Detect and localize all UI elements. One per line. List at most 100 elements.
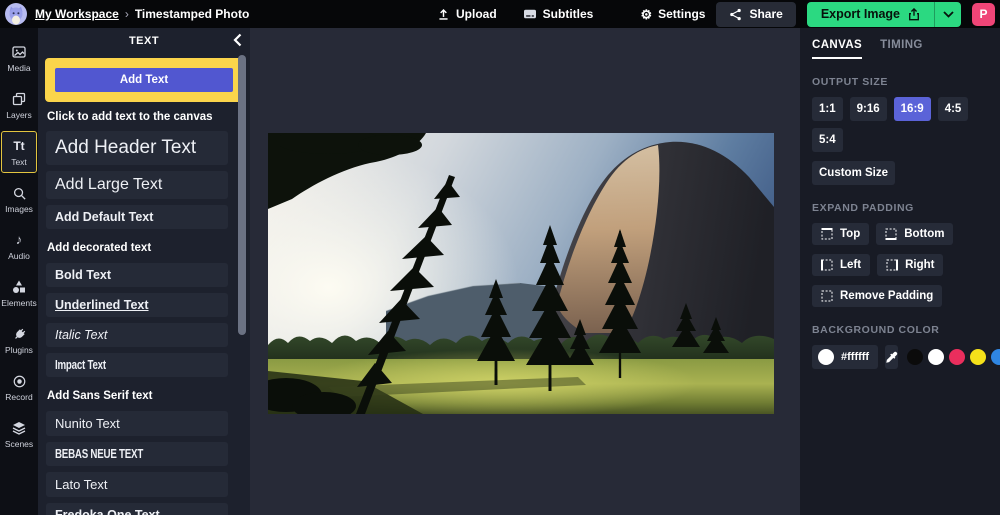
avatar-initial: P <box>979 7 987 21</box>
text-style-impact[interactable]: Impact Text <box>46 353 228 377</box>
export-image-button[interactable]: Export Image <box>807 2 934 27</box>
layers-icon <box>11 91 27 107</box>
text-style-list: Add Header Text Add Large Text Add Defau… <box>38 128 250 515</box>
text-style-add-large[interactable]: Add Large Text <box>46 171 228 199</box>
pad-right-button[interactable]: Right <box>877 254 943 276</box>
text-style-add-default[interactable]: Add Default Text <box>46 205 228 229</box>
shapes-icon <box>11 279 27 295</box>
sidebar-item-label: Text <box>11 157 27 167</box>
text-icon: Tt <box>13 138 24 154</box>
decorated-section-label: Add decorated text <box>47 242 228 254</box>
scenes-icon <box>11 420 27 436</box>
pad-left-icon <box>821 259 833 271</box>
sans-serif-section-label: Add Sans Serif text <box>47 390 228 402</box>
plug-icon <box>12 326 27 342</box>
pad-bottom-button[interactable]: Bottom <box>876 223 953 245</box>
sidebar-item-layers[interactable]: Layers <box>1 84 37 126</box>
swatch-blue[interactable] <box>991 349 1000 365</box>
eyedropper-button[interactable] <box>885 345 898 369</box>
background-color-row: #ffffff <box>812 345 988 369</box>
chevron-down-icon <box>943 11 954 18</box>
sidebar-item-label: Elements <box>1 298 36 308</box>
breadcrumb-workspace-link[interactable]: My Workspace <box>35 7 119 21</box>
background-color-label: BACKGROUND COLOR <box>812 324 988 336</box>
sidebar-item-label: Record <box>5 392 32 402</box>
text-style-bold[interactable]: Bold Text <box>46 263 228 287</box>
custom-size-button[interactable]: Custom Size <box>812 161 895 185</box>
tab-canvas[interactable]: CANVAS <box>812 39 862 59</box>
export-group: Export Image <box>807 2 961 27</box>
sidebar-item-plugins[interactable]: Plugins <box>1 319 37 361</box>
canvas-image[interactable] <box>268 133 774 414</box>
topbar-right-actions: ⚙ Settings Share Export Image <box>640 2 1000 27</box>
breadcrumb: My Workspace › Timestamped Photo <box>35 7 249 21</box>
output-size-label: OUTPUT SIZE <box>812 76 988 88</box>
topbar-center-actions: Upload Subtitles <box>437 0 593 28</box>
user-avatar[interactable]: P <box>972 3 995 26</box>
swatch-yellow[interactable] <box>970 349 986 365</box>
text-style-italic[interactable]: Italic Text <box>46 323 228 347</box>
right-panel: CANVAS TIMING OUTPUT SIZE 1:1 9:16 16:9 … <box>800 28 1000 515</box>
current-color-button[interactable]: #ffffff <box>812 345 878 369</box>
swatch-red[interactable] <box>949 349 965 365</box>
sidebar-item-label: Scenes <box>5 439 33 449</box>
pad-bottom-icon <box>885 228 897 240</box>
remove-padding-button[interactable]: Remove Padding <box>812 285 942 307</box>
text-style-bebas[interactable]: BEBAS NEUE TEXT <box>46 442 228 466</box>
sidebar-item-media[interactable]: Media <box>1 37 37 79</box>
text-style-underlined[interactable]: Underlined Text <box>46 293 228 317</box>
text-style-lato[interactable]: Lato Text <box>46 472 228 497</box>
share-nodes-icon <box>729 8 742 21</box>
export-arrow-icon <box>908 8 920 21</box>
breadcrumb-separator: › <box>125 7 129 21</box>
ratio-9-16[interactable]: 9:16 <box>850 97 887 121</box>
sidebar-item-audio[interactable]: ♪ Audio <box>1 225 37 267</box>
sidebar-item-elements[interactable]: Elements <box>1 272 37 314</box>
share-label: Share <box>749 7 782 21</box>
add-text-hint: Click to add text to the canvas <box>47 111 240 123</box>
ratio-1-1[interactable]: 1:1 <box>812 97 843 121</box>
sidebar-item-images[interactable]: Images <box>1 178 37 220</box>
current-color-hex: #ffffff <box>841 351 869 363</box>
sidebar-item-label: Layers <box>6 110 32 120</box>
subtitles-button[interactable]: Subtitles <box>523 7 594 21</box>
add-text-button[interactable]: Add Text <box>55 68 233 92</box>
pad-top-icon <box>821 228 833 240</box>
export-image-label: Export Image <box>821 7 900 21</box>
sidebar-item-label: Audio <box>8 251 30 261</box>
ratio-16-9[interactable]: 16:9 <box>894 97 931 121</box>
upload-label: Upload <box>456 7 497 21</box>
sidebar-item-scenes[interactable]: Scenes <box>1 413 37 455</box>
collapse-panel-button[interactable] <box>233 33 242 47</box>
media-icon <box>11 44 27 60</box>
sidebar-item-label: Images <box>5 204 33 214</box>
text-style-add-header[interactable]: Add Header Text <box>46 131 228 165</box>
sidebar-item-label: Plugins <box>5 345 33 355</box>
pad-top-button[interactable]: Top <box>812 223 869 245</box>
sidebar-item-record[interactable]: Record <box>1 366 37 408</box>
tutorial-highlight-box: Add Text <box>45 58 243 102</box>
tab-timing[interactable]: TIMING <box>880 39 923 59</box>
ratio-4-5[interactable]: 4:5 <box>938 97 969 121</box>
kapwing-cat-logo[interactable] <box>5 3 27 25</box>
pad-left-button[interactable]: Left <box>812 254 870 276</box>
text-panel-title: TEXT <box>129 35 159 47</box>
export-options-caret[interactable] <box>934 2 961 27</box>
text-panel-scrollbar[interactable] <box>238 55 246 335</box>
swatch-black[interactable] <box>907 349 923 365</box>
text-panel: TEXT Add Text Click to add text to the c… <box>38 28 250 515</box>
text-style-fredoka[interactable]: Fredoka One Text <box>46 503 228 515</box>
canvas-workspace[interactable] <box>250 28 800 515</box>
share-button[interactable]: Share <box>716 2 795 27</box>
expand-padding-label: EXPAND PADDING <box>812 202 988 214</box>
breadcrumb-project-title[interactable]: Timestamped Photo <box>135 7 249 21</box>
top-bar: My Workspace › Timestamped Photo Upload … <box>0 0 1000 28</box>
ratio-5-4[interactable]: 5:4 <box>812 128 843 152</box>
swatch-white[interactable] <box>928 349 944 365</box>
sidebar-item-text[interactable]: Tt Text <box>1 131 37 173</box>
settings-button[interactable]: ⚙ Settings <box>640 7 705 21</box>
subtitles-label: Subtitles <box>543 7 594 21</box>
upload-button[interactable]: Upload <box>437 7 497 21</box>
color-swatches <box>907 349 1000 365</box>
text-style-nunito[interactable]: Nunito Text <box>46 411 228 436</box>
